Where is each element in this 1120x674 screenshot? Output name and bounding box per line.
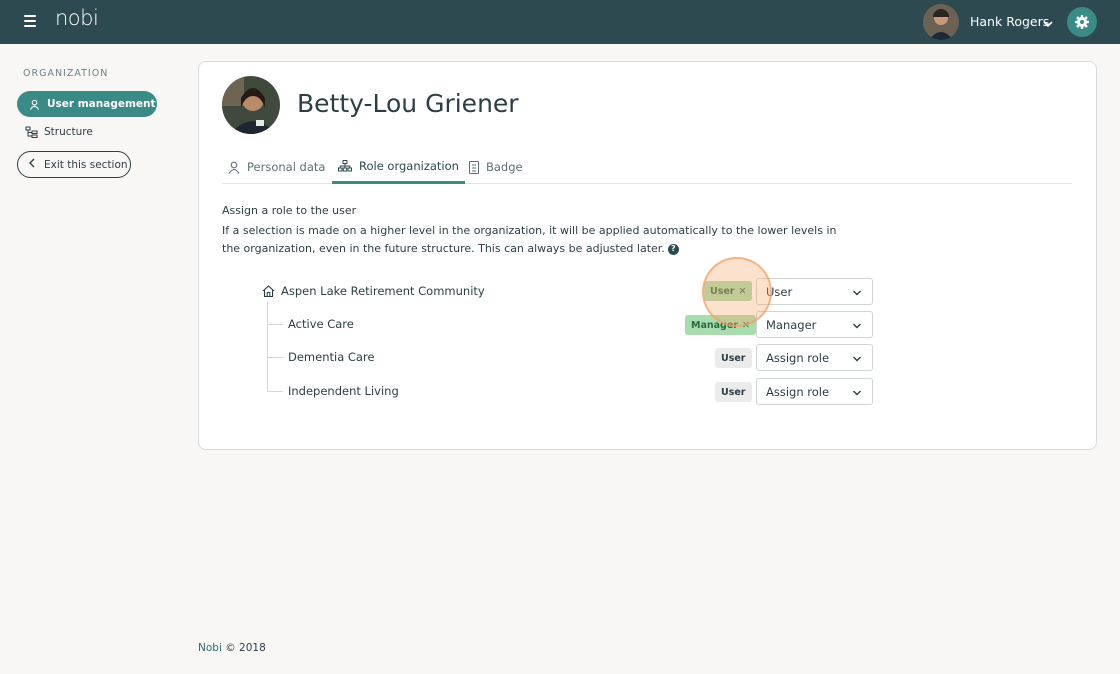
chevron-left-icon bbox=[28, 158, 36, 171]
profile-tabs: Personal data Role organization Badge bbox=[222, 150, 1072, 184]
profile-name: Betty-Lou Griener bbox=[297, 89, 519, 118]
chevron-down-icon bbox=[852, 387, 862, 401]
chevron-down-icon bbox=[852, 287, 862, 301]
tree-connector bbox=[267, 324, 283, 325]
role-badge: User bbox=[715, 382, 752, 402]
sidebar-item-structure[interactable]: Structure bbox=[24, 122, 93, 142]
section-title: Assign a role to the user bbox=[222, 204, 357, 217]
user-icon bbox=[27, 97, 41, 111]
role-badge: User ✕ bbox=[704, 281, 753, 301]
org-unit-name: Aspen Lake Retirement Community bbox=[281, 284, 485, 298]
tab-label: Personal data bbox=[247, 160, 326, 174]
settings-button[interactable] bbox=[1067, 7, 1097, 37]
tab-role-organization[interactable]: Role organization bbox=[332, 150, 465, 184]
chevron-down-icon bbox=[852, 353, 862, 367]
section-description: If a selection is made on a higher level… bbox=[222, 224, 837, 255]
sidebar-item-user-management[interactable]: User management bbox=[17, 91, 157, 117]
org-unit-name: Dementia Care bbox=[288, 350, 375, 364]
role-select[interactable]: User bbox=[756, 278, 873, 305]
home-icon bbox=[262, 285, 275, 297]
role-badge: Manager ✕ bbox=[685, 315, 756, 335]
user-name[interactable]: Hank Rogers bbox=[970, 14, 1049, 29]
tree-connector bbox=[267, 357, 283, 358]
role-select[interactable]: Assign role bbox=[756, 378, 873, 405]
org-root: Aspen Lake Retirement Community bbox=[262, 284, 485, 298]
exit-section-label: Exit this section bbox=[44, 158, 128, 171]
tab-label: Role organization bbox=[359, 158, 459, 173]
menu-icon[interactable] bbox=[24, 15, 36, 27]
top-bar: nobi Hank Rogers bbox=[0, 0, 1120, 44]
sidebar-item-label: Structure bbox=[44, 126, 93, 138]
remove-role-icon[interactable]: ✕ bbox=[739, 286, 747, 297]
user-avatar[interactable] bbox=[923, 4, 959, 40]
remove-role-icon[interactable]: ✕ bbox=[742, 320, 750, 331]
chevron-down-icon bbox=[852, 320, 862, 334]
footer-brand-link[interactable]: Nobi bbox=[198, 642, 222, 654]
badge-icon bbox=[469, 160, 479, 174]
tab-badge[interactable]: Badge bbox=[463, 150, 529, 184]
sidebar-section-label: ORGANIZATION bbox=[23, 68, 109, 79]
tab-personal-data[interactable]: Personal data bbox=[222, 150, 331, 184]
role-select[interactable]: Assign role bbox=[756, 344, 873, 371]
gear-icon bbox=[1075, 15, 1089, 29]
exit-section-button[interactable]: Exit this section bbox=[17, 151, 131, 178]
role-select[interactable]: Manager bbox=[756, 311, 873, 338]
hierarchy-icon bbox=[338, 159, 352, 172]
help-icon[interactable]: ? bbox=[667, 243, 679, 255]
footer: Nobi © 2018 bbox=[198, 642, 266, 654]
nobi-logo[interactable]: nobi bbox=[55, 6, 99, 30]
org-unit-name: Independent Living bbox=[288, 384, 399, 398]
role-badge: User bbox=[715, 348, 752, 368]
profile-avatar bbox=[222, 76, 280, 134]
footer-copyright: © 2018 bbox=[225, 642, 266, 654]
tree-connector bbox=[267, 391, 283, 392]
person-icon bbox=[228, 161, 240, 174]
structure-icon bbox=[24, 125, 38, 139]
tree-connector bbox=[267, 302, 268, 391]
org-unit-name: Active Care bbox=[288, 317, 354, 331]
chevron-down-icon[interactable] bbox=[1042, 15, 1054, 34]
sidebar-item-label: User management bbox=[47, 98, 156, 110]
tab-label: Badge bbox=[486, 160, 523, 174]
